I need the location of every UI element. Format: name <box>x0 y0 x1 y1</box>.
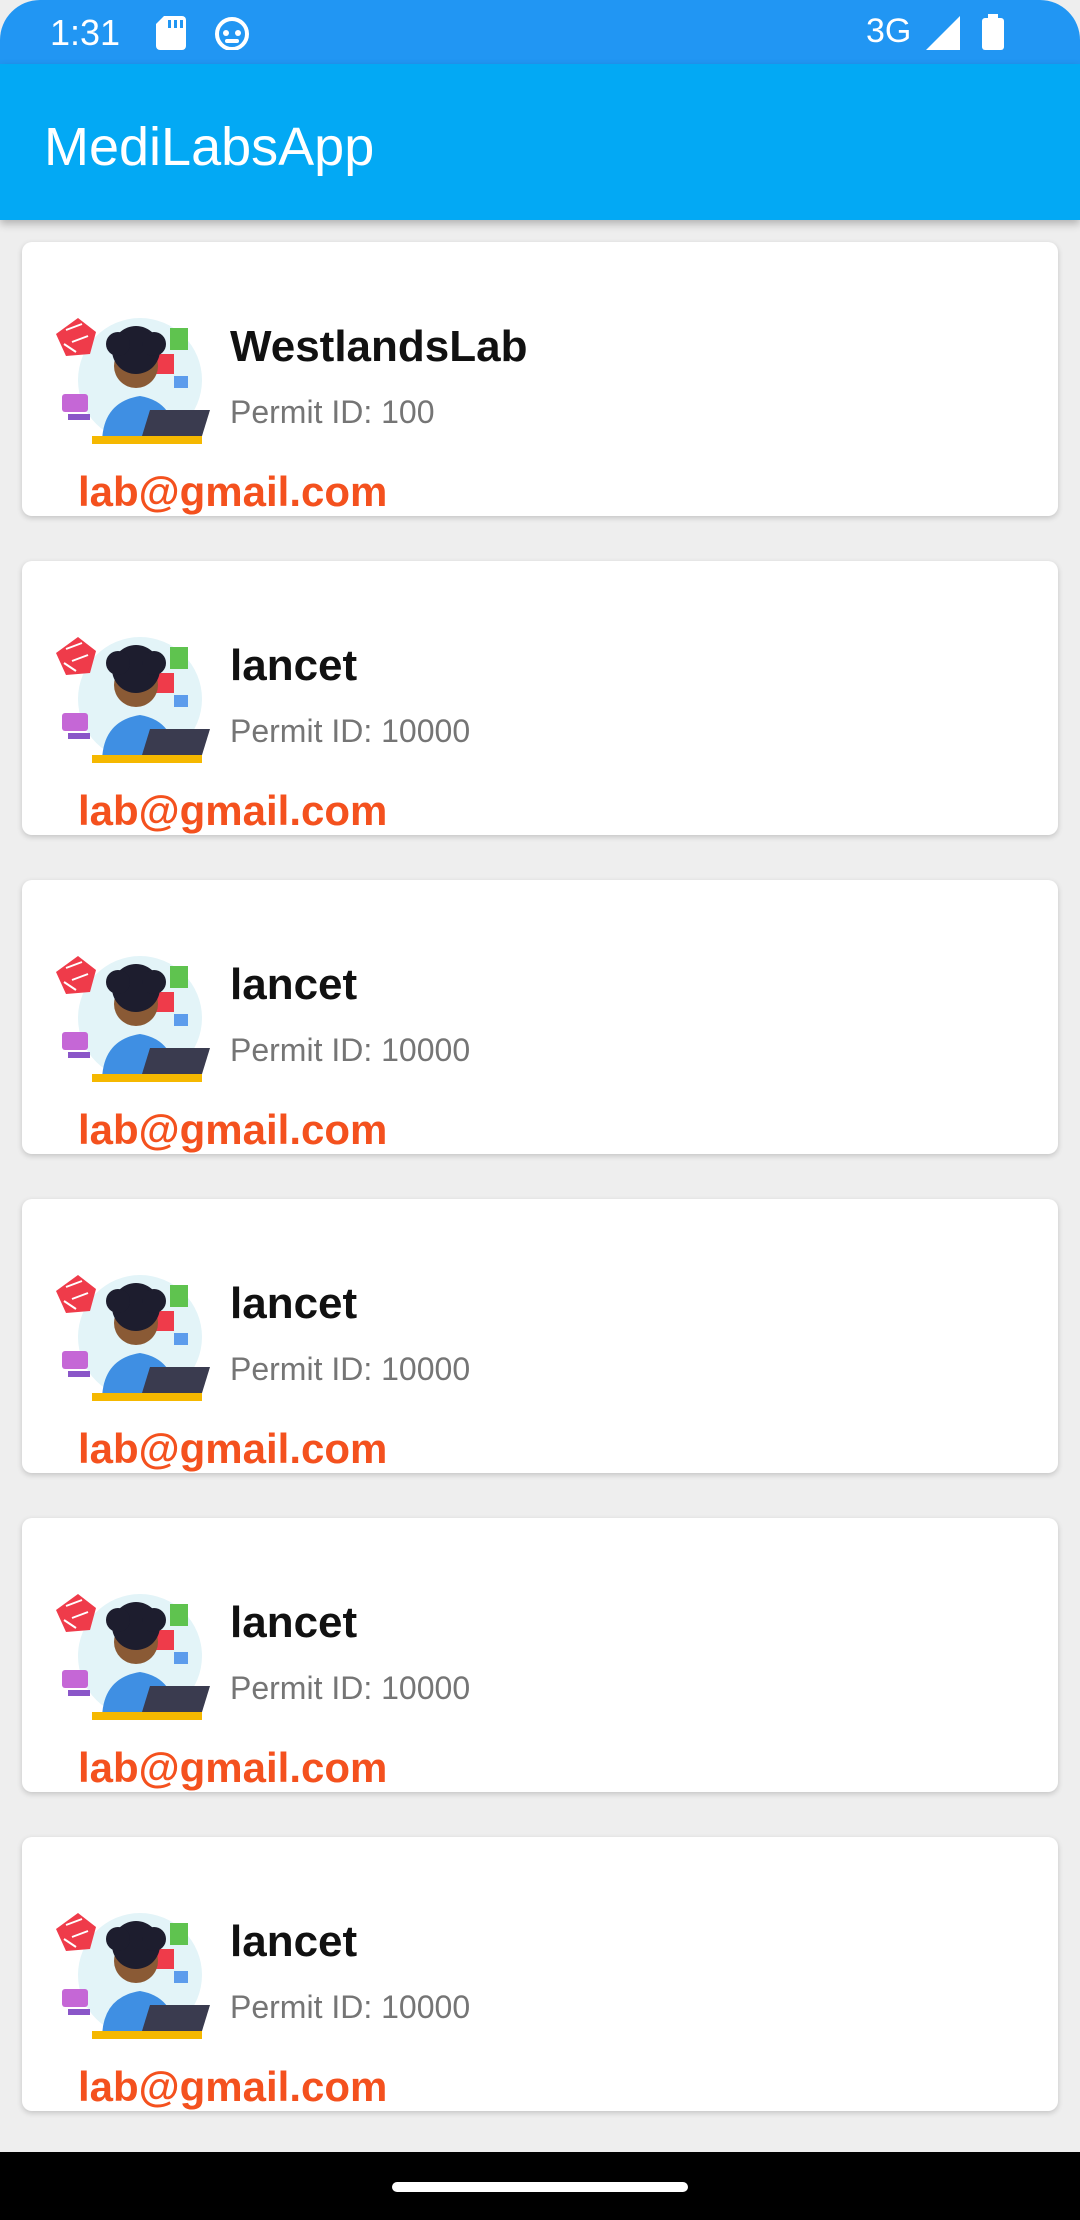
lab-name: lancet <box>230 641 358 690</box>
lab-name: lancet <box>230 960 358 1009</box>
status-time: 1:31 <box>50 12 121 53</box>
lab-email[interactable]: lab@gmail.com <box>78 2063 387 2111</box>
lab-card[interactable]: lancet Permit ID: 10000 lab@gmail.com <box>22 880 1058 1154</box>
lab-avatar-icon <box>52 633 222 763</box>
network-type: 3G <box>866 12 912 50</box>
lab-card[interactable]: lancet Permit ID: 10000 lab@gmail.com <box>22 1518 1058 1792</box>
home-gesture-handle[interactable] <box>392 2182 688 2192</box>
app-title: MediLabsApp <box>44 117 375 177</box>
lab-avatar-icon <box>52 952 222 1082</box>
lab-email[interactable]: lab@gmail.com <box>78 1744 387 1792</box>
lab-permit-id: Permit ID: 10000 <box>230 1989 471 2025</box>
lab-avatar-icon <box>52 314 222 444</box>
lab-card[interactable]: lancet Permit ID: 10000 lab@gmail.com <box>22 561 1058 835</box>
lab-name: lancet <box>230 1279 358 1328</box>
lab-permit-id: Permit ID: 10000 <box>230 713 471 749</box>
status-bar: 1:31 3G <box>0 0 1080 64</box>
lab-card[interactable]: lancet Permit ID: 10000 lab@gmail.com <box>22 1837 1058 2111</box>
lab-avatar-icon <box>52 1590 222 1720</box>
lab-email[interactable]: lab@gmail.com <box>78 1425 387 1473</box>
lab-avatar-icon <box>52 1271 222 1401</box>
lab-card[interactable]: WestlandsLab Permit ID: 100 lab@gmail.co… <box>22 242 1058 516</box>
lab-name: lancet <box>230 1917 358 1966</box>
lab-name: lancet <box>230 1598 358 1647</box>
battery-icon <box>982 14 1004 55</box>
lab-permit-id: Permit ID: 10000 <box>230 1351 471 1387</box>
lab-email[interactable]: lab@gmail.com <box>78 787 387 835</box>
lab-permit-id: Permit ID: 10000 <box>230 1670 471 1706</box>
lab-email[interactable]: lab@gmail.com <box>78 1106 387 1154</box>
sd-card-icon <box>156 16 186 55</box>
app-bar: MediLabsApp <box>0 64 1080 220</box>
lab-name: WestlandsLab <box>230 322 528 371</box>
lab-permit-id: Permit ID: 100 <box>230 394 435 430</box>
lab-avatar-icon <box>52 1909 222 2039</box>
signal-icon <box>926 16 960 55</box>
lab-permit-id: Permit ID: 10000 <box>230 1032 471 1068</box>
android-bot-icon <box>214 16 250 55</box>
lab-card[interactable]: lancet Permit ID: 10000 lab@gmail.com <box>22 1199 1058 1473</box>
navigation-bar <box>0 2152 1080 2220</box>
lab-email[interactable]: lab@gmail.com <box>78 468 387 516</box>
